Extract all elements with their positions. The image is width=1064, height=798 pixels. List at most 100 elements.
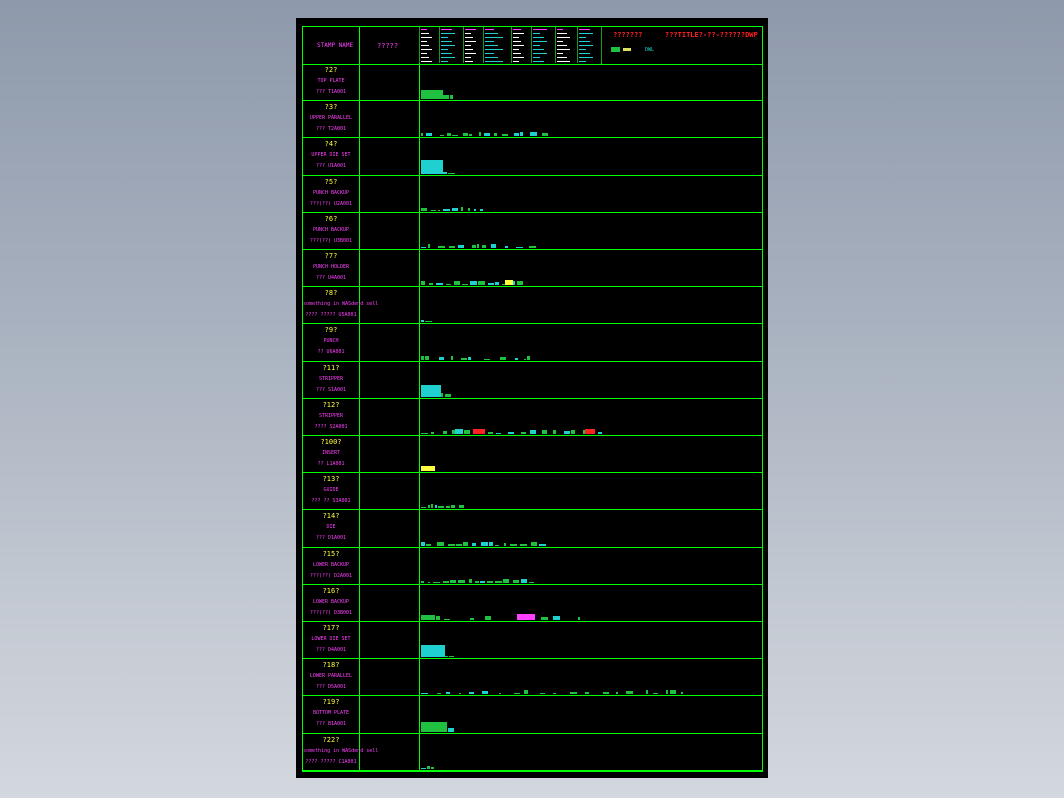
part-number: ?8? xyxy=(324,289,338,298)
part-thumbnail xyxy=(520,543,527,546)
part-thumbnail xyxy=(421,507,426,509)
part-number: ?13? xyxy=(322,475,340,484)
mini-table-cell xyxy=(441,29,452,30)
mini-table-cell xyxy=(557,61,570,62)
part-thumbnail xyxy=(495,282,499,286)
part-name: PUNCH BACKUP xyxy=(312,189,350,196)
part-thumbnail xyxy=(452,135,458,137)
mini-table-cell xyxy=(557,41,564,42)
part-spec: ??? B1A001 xyxy=(315,721,347,728)
mini-spec-table xyxy=(419,27,602,63)
part-thumbnail xyxy=(445,656,448,658)
part-row: ?11? STRIPPER ??? S1A001 xyxy=(303,362,762,399)
part-thumbnail xyxy=(585,692,589,695)
part-thumbnail xyxy=(459,505,464,509)
part-thumbnail xyxy=(461,357,467,360)
part-thumbnail xyxy=(542,133,548,137)
part-thumbnail xyxy=(436,615,440,620)
part-thumbnail xyxy=(469,578,472,583)
part-thumbnail xyxy=(437,541,444,546)
part-spec: ??? U1A001 xyxy=(315,163,347,170)
part-thumbnail xyxy=(455,428,463,434)
part-thumbnail xyxy=(564,430,570,434)
header-row: STAMP NAME ????? ??????? ???TITLE?-??-??… xyxy=(303,27,762,65)
part-spec: ??? T1A001 xyxy=(315,89,347,95)
part-thumbnails xyxy=(421,684,751,695)
part-row: ?17? LOWER DIE SET ??? D4A001 xyxy=(303,622,762,660)
part-thumbnail xyxy=(421,133,423,137)
part-row: ?5? PUNCH BACKUP ???(??) U2A001 xyxy=(303,176,762,213)
part-thumbnails xyxy=(421,384,751,397)
mini-table-cell xyxy=(513,33,525,34)
mini-table-cell xyxy=(513,37,519,38)
mini-table-cell xyxy=(485,61,503,62)
part-number: ?19? xyxy=(322,698,340,707)
part-thumbnail xyxy=(469,134,472,137)
part-thumbnail xyxy=(514,133,519,137)
part-thumbnail xyxy=(448,172,455,174)
legend-swatch xyxy=(611,47,620,52)
part-spec: ?? U6A001 xyxy=(317,349,345,356)
part-number: ?16? xyxy=(322,586,340,595)
mini-table-cell xyxy=(465,57,471,58)
part-thumbnail xyxy=(480,208,483,211)
mini-table-cell xyxy=(533,33,541,34)
mini-table-divider xyxy=(531,27,532,63)
part-thumbnail xyxy=(598,431,602,434)
part-thumbnail xyxy=(495,544,499,546)
mini-table-cell xyxy=(485,53,494,54)
mini-table-cell xyxy=(465,41,477,42)
part-thumbnail xyxy=(435,505,437,509)
part-thumbnail xyxy=(585,428,595,434)
part-name: LOWER BACKUP xyxy=(312,561,350,568)
part-thumbnails xyxy=(421,159,751,174)
part-thumbnail xyxy=(421,207,427,211)
part-number: ?6? xyxy=(324,214,338,223)
part-name: LOWER PARALLEL xyxy=(309,673,353,680)
part-thumbnail xyxy=(524,690,528,695)
mini-table-divider xyxy=(419,27,420,63)
part-thumbnail xyxy=(477,243,479,248)
part-thumbnail xyxy=(670,690,676,695)
part-thumbnail xyxy=(531,541,537,546)
part-thumbnail xyxy=(513,579,519,583)
part-name: STRIPPER xyxy=(318,375,344,382)
part-thumbnail xyxy=(450,95,453,100)
part-row: ?14? DIE ??? D1A001 xyxy=(303,510,762,548)
part-row: ?19? BOTTOM PLATE ??? B1A001 xyxy=(303,696,762,734)
mini-table-cell xyxy=(421,33,430,34)
part-thumbnail xyxy=(500,356,506,360)
part-thumbnails xyxy=(421,498,751,509)
part-thumbnail xyxy=(445,393,451,397)
mini-table-cell xyxy=(485,41,494,42)
mini-table-cell xyxy=(485,49,503,50)
mini-table-cell xyxy=(441,37,449,38)
part-row: ?22? something in WASdend sell ???? ????? … xyxy=(303,734,762,771)
part-number: ?9? xyxy=(324,326,338,335)
part-spec: ?? L1A001 xyxy=(317,461,345,467)
mini-table-divider xyxy=(483,27,484,63)
part-thumbnail xyxy=(458,244,464,248)
part-row: ?3? UPPER PARALLEL ??? T2A001 xyxy=(303,101,762,139)
part-name: DIE xyxy=(326,524,336,531)
part-number: ?12? xyxy=(322,400,340,409)
part-thumbnail xyxy=(438,245,445,248)
mini-table-cell xyxy=(533,61,544,62)
part-number: ?15? xyxy=(322,549,340,558)
part-thumbnails xyxy=(421,645,751,658)
part-name: PUNCH HOLDER xyxy=(312,264,350,270)
mini-table-cell xyxy=(421,37,433,38)
mini-table-cell xyxy=(579,33,594,34)
part-number: ?17? xyxy=(322,624,340,632)
mini-table-cell xyxy=(465,33,471,34)
part-thumbnail xyxy=(529,581,534,583)
drawing-frame: STAMP NAME ????? ??????? ???TITLE?-??-??… xyxy=(302,26,763,772)
part-thumbnail xyxy=(553,429,556,434)
part-thumbnail xyxy=(469,692,474,695)
part-name: something in WASdend sell xyxy=(303,747,379,754)
part-thumbnail xyxy=(426,543,431,546)
part-spec: ???(??) D3B001 xyxy=(309,609,353,616)
part-number: ?22? xyxy=(322,735,340,744)
part-thumbnail xyxy=(482,244,486,248)
part-thumbnail xyxy=(421,721,447,732)
